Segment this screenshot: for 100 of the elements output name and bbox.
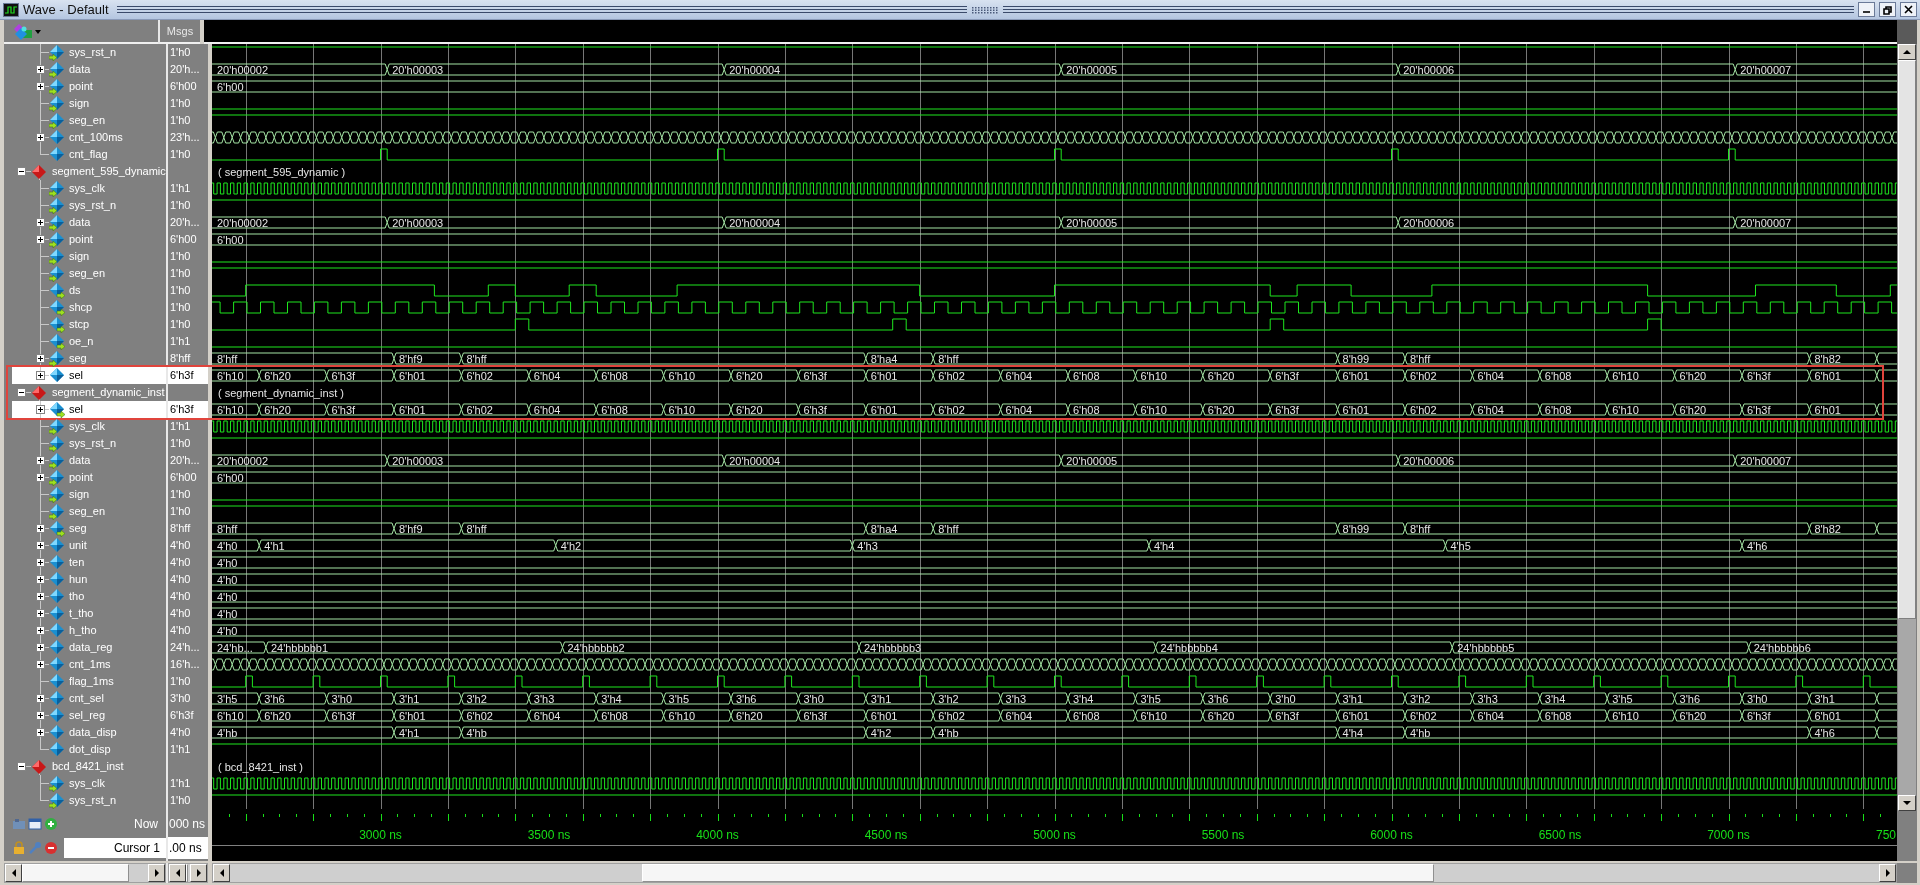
signal-value: 16'h... xyxy=(169,657,201,672)
bus-value: 24'hbbbbb3 xyxy=(864,641,922,654)
add-icon[interactable] xyxy=(44,817,58,831)
scroll-right-button[interactable] xyxy=(190,864,207,882)
bus-value: 6'h3f xyxy=(1747,709,1771,722)
bus-value: 4'h6 xyxy=(1814,726,1835,739)
expand-button[interactable] xyxy=(36,592,45,601)
bus-value: 20'h00003 xyxy=(392,454,444,467)
signal-name: sys_clk xyxy=(69,181,106,196)
signal-value: 8'hff xyxy=(169,351,192,366)
signal-value: 3'h0 xyxy=(169,691,192,706)
window-icon[interactable] xyxy=(28,817,42,831)
scrollbar-thumb[interactable] xyxy=(642,864,1434,882)
expand-button[interactable] xyxy=(36,65,45,74)
signal-name: sys_rst_n xyxy=(69,436,117,451)
signal-name: ten xyxy=(69,555,85,570)
signal-name: sys_clk xyxy=(69,419,106,434)
bus-value: 8'h99 xyxy=(1342,522,1370,535)
instance-name: segment_dynamic_inst xyxy=(52,385,165,400)
scroll-left-button[interactable] xyxy=(169,864,186,882)
bus-value: 4'h2 xyxy=(560,539,582,552)
signal-name: sign xyxy=(69,249,90,264)
signal-name: sign xyxy=(69,96,90,111)
bus-value: 8'ha4 xyxy=(870,352,898,365)
scrollbar-thumb[interactable] xyxy=(1898,60,1916,619)
expand-button[interactable] xyxy=(36,728,45,737)
grip-icon[interactable] xyxy=(971,5,1000,14)
bus-value: 6'h20 xyxy=(1207,403,1235,416)
bus-value: 24'hbbbbb5 xyxy=(1457,641,1515,654)
signal-name: shcp xyxy=(69,300,93,315)
expand-button[interactable] xyxy=(36,609,45,618)
time-label: 750 xyxy=(1875,828,1896,842)
bus-value: 20'h00007 xyxy=(1740,454,1792,467)
expand-button[interactable] xyxy=(36,558,45,567)
scrollbar-thumb[interactable] xyxy=(186,864,188,882)
expand-button[interactable] xyxy=(36,711,45,720)
bus-value: 4'h4 xyxy=(1153,539,1175,552)
time-label: 3500 ns xyxy=(527,828,571,842)
expand-button[interactable] xyxy=(36,541,45,550)
signal-name: h_tho xyxy=(69,623,97,638)
bus-value: 6'h10 xyxy=(1612,369,1639,382)
expand-button[interactable] xyxy=(36,235,45,244)
bus-value: 3'h3 xyxy=(1005,692,1027,705)
instance-label: ( bcd_8421_inst ) xyxy=(218,760,303,773)
signal-value: 8'hff xyxy=(169,521,192,536)
expand-button[interactable] xyxy=(36,82,45,91)
collapse-button[interactable] xyxy=(17,388,26,397)
scrollbar-thumb[interactable] xyxy=(22,864,130,882)
scroll-left-button[interactable] xyxy=(213,864,230,882)
bus-value: 8'hff xyxy=(217,522,238,535)
expand-button[interactable] xyxy=(36,456,45,465)
bus-value: 6'h20 xyxy=(736,403,763,416)
caret-down-icon[interactable] xyxy=(1903,799,1911,807)
bus-value: 6'h10 xyxy=(668,369,696,382)
bus-value: 6'h01 xyxy=(1814,403,1841,416)
bus-value: 4'h0 xyxy=(217,539,238,552)
caret-right-icon[interactable] xyxy=(194,869,203,877)
scroll-down-button[interactable] xyxy=(1898,795,1916,811)
bus-value: 20'h00006 xyxy=(1403,63,1455,76)
expand-button[interactable] xyxy=(36,473,45,482)
bus-value: 6'h01 xyxy=(870,403,898,416)
collapse-button[interactable] xyxy=(17,762,26,771)
scroll-left-button[interactable] xyxy=(5,864,22,882)
expand-button[interactable] xyxy=(36,626,45,635)
bus-value: 6'h01 xyxy=(399,369,426,382)
bus-value: 3'h0 xyxy=(331,692,353,705)
caret-right-icon[interactable] xyxy=(152,869,161,877)
bus-value: 6'h10 xyxy=(1140,709,1167,722)
scroll-right-button[interactable] xyxy=(148,864,165,882)
signal-value: 1'h1 xyxy=(169,776,192,791)
collapse-button[interactable] xyxy=(17,167,26,176)
cursor-name-field[interactable]: Cursor 1 xyxy=(64,838,166,858)
expand-button[interactable] xyxy=(36,218,45,227)
expand-button[interactable] xyxy=(36,575,45,584)
expand-button[interactable] xyxy=(36,643,45,652)
expand-button[interactable] xyxy=(36,354,45,363)
caret-up-icon[interactable] xyxy=(1903,48,1911,56)
signal-value: 4'h0 xyxy=(169,589,192,604)
expand-button[interactable] xyxy=(36,660,45,669)
expand-button[interactable] xyxy=(36,371,45,380)
signal-name: sys_rst_n xyxy=(69,198,117,213)
expand-button[interactable] xyxy=(36,694,45,703)
remove-icon[interactable] xyxy=(44,841,58,855)
bus-value: 6'h08 xyxy=(601,709,628,722)
bus-value: 6'h3f xyxy=(1275,709,1299,722)
cursor-time-field[interactable]: .00 ns xyxy=(168,837,208,859)
caret-right-icon[interactable] xyxy=(1883,869,1892,877)
scroll-right-button[interactable] xyxy=(1879,864,1896,882)
signal-name: cnt_sel xyxy=(69,691,104,706)
bus-value: 6'h01 xyxy=(870,369,898,382)
expand-button[interactable] xyxy=(36,405,45,414)
bus-value: 6'h01 xyxy=(1814,369,1841,382)
expand-button[interactable] xyxy=(36,133,45,142)
scroll-up-button[interactable] xyxy=(1898,44,1916,60)
signal-row[interactable]: sel xyxy=(12,367,166,384)
bus-value: 20'h00006 xyxy=(1403,454,1455,467)
signal-row[interactable]: sel xyxy=(12,401,166,418)
bus-value: 6'h08 xyxy=(601,403,628,416)
expand-button[interactable] xyxy=(36,524,45,533)
signal-name: stcp xyxy=(69,317,90,332)
